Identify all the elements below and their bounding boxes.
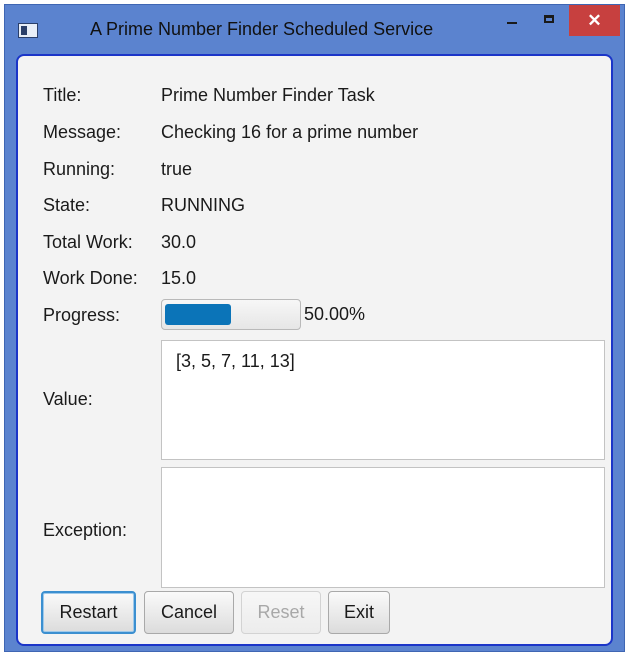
title-label: Title: bbox=[43, 85, 82, 105]
app-icon bbox=[18, 23, 38, 38]
value-text-area[interactable]: [3, 5, 7, 11, 13] bbox=[161, 340, 605, 460]
message-label: Message: bbox=[43, 122, 122, 142]
minimize-icon bbox=[507, 22, 517, 24]
exception-label: Exception: bbox=[43, 520, 128, 540]
progress-bar-fill bbox=[165, 304, 231, 325]
close-icon: ✕ bbox=[587, 11, 602, 30]
state-label: State: bbox=[43, 195, 91, 215]
minimize-button[interactable] bbox=[495, 5, 529, 36]
cancel-button[interactable]: Cancel bbox=[144, 591, 234, 634]
progress-label: Progress: bbox=[43, 305, 121, 325]
service-panel: Title: Prime Number Finder Task Message:… bbox=[16, 54, 613, 646]
work-done-label: Work Done: bbox=[43, 268, 138, 288]
state-value: RUNNING bbox=[161, 195, 245, 215]
total-work-label: Total Work: bbox=[43, 232, 133, 252]
exception-text-area[interactable] bbox=[161, 467, 605, 588]
close-button[interactable]: ✕ bbox=[569, 5, 620, 36]
restart-button[interactable]: Restart bbox=[41, 591, 136, 634]
title-value: Prime Number Finder Task bbox=[161, 85, 375, 105]
title-bar[interactable]: A Prime Number Finder Scheduled Service … bbox=[5, 5, 624, 52]
message-value: Checking 16 for a prime number bbox=[161, 122, 419, 142]
total-work-value: 30.0 bbox=[161, 232, 197, 252]
exit-button[interactable]: Exit bbox=[328, 591, 390, 634]
work-done-value: 15.0 bbox=[161, 268, 197, 288]
app-window: A Prime Number Finder Scheduled Service … bbox=[4, 4, 625, 652]
running-label: Running: bbox=[43, 159, 116, 179]
progress-percent: 50.00% bbox=[304, 304, 366, 324]
running-value: true bbox=[161, 159, 193, 179]
window-title: A Prime Number Finder Scheduled Service bbox=[90, 19, 434, 39]
progress-bar bbox=[161, 299, 301, 330]
value-text: [3, 5, 7, 11, 13] bbox=[176, 351, 295, 371]
maximize-icon bbox=[544, 15, 554, 23]
reset-button: Reset bbox=[241, 591, 321, 634]
value-label: Value: bbox=[43, 389, 93, 409]
maximize-button[interactable] bbox=[532, 5, 566, 36]
